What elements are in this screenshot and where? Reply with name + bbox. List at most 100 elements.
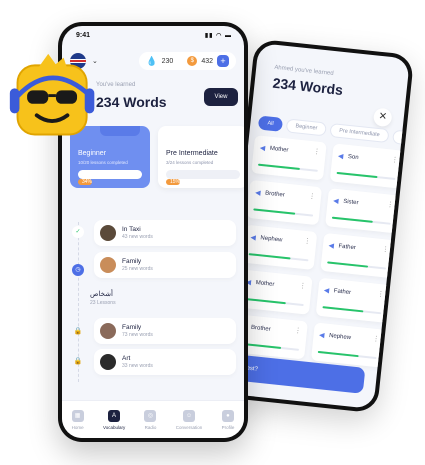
progress-bar [239,342,299,351]
lesson-item[interactable]: Family 25 new words [94,252,236,278]
word-label: Nephew [328,332,352,342]
word-card[interactable]: ◀ Father ⋮ [315,277,391,323]
lesson-item[interactable]: Art 33 new words [94,349,236,375]
conversation-icon: ☺ [183,409,196,422]
more-icon[interactable]: ⋮ [382,245,390,254]
nav-vocabulary[interactable]: A Vocabulary [103,409,125,430]
lesson-name: Art [122,355,131,362]
more-icon[interactable]: ⋮ [372,335,380,344]
close-icon[interactable]: ✕ [372,107,393,128]
word-card[interactable]: ◀Brother ⋮ [246,179,322,226]
tab-advanced[interactable]: Adv [391,129,410,147]
level-title: Pre Intermediate [166,150,218,157]
word-card[interactable]: ◀ Son ⋮ [329,143,405,189]
word-card[interactable]: ◀ Sister ⋮ [324,188,400,234]
word-label: Brother [264,190,286,199]
lock-icon: 🔒 [73,328,83,335]
avatar [100,257,116,273]
nav-conversation[interactable]: ☺ Conversation [176,409,202,430]
tab-beginner[interactable]: Beginner [285,118,328,137]
speaker-icon[interactable]: ◀ [259,144,265,153]
progress-bar [331,216,391,225]
profile-icon: ● [221,409,234,422]
speaker-icon[interactable]: ◀ [250,233,256,242]
clock-icon: ◷ [72,264,84,276]
status-time: 9:41 [76,32,91,39]
mascot-icon [9,53,95,136]
tab-all[interactable]: All [257,115,284,132]
status-icons: ▮▮ ◠ ▬ [204,33,232,39]
lesson-name: Family [122,258,142,265]
back-title: 234 Words [271,74,344,99]
speaker-icon[interactable]: ◀ [323,286,329,295]
lesson-count: 33 new words [122,363,153,369]
progress-bar [257,163,318,172]
level-subtitle: 10/20 lessons completed [78,160,128,165]
word-label: Sister [342,198,359,207]
avatar [100,225,116,241]
bottom-nav: ▦ Home A Vocabulary ◎ Radio ☺ Conversation ●… [62,400,244,438]
currency-pill[interactable]: 💧 230 $ 432 + [139,52,236,70]
level-progress: 34% [78,170,142,185]
speaker-icon[interactable]: ◀ [333,197,339,206]
progress-bar [321,306,382,315]
speaker-icon[interactable]: ◀ [338,152,344,161]
word-card[interactable]: ◀ Nephew ⋮ [241,224,317,270]
avatar [100,323,116,339]
nav-profile[interactable]: ● Profile [221,409,234,430]
word-label: Son [347,153,359,162]
lesson-name: In Taxi [122,226,141,233]
section-subtitle: 23 Lessons [90,300,116,306]
lesson-item[interactable]: Family 73 new words [94,318,236,344]
word-card[interactable]: ◀ Father ⋮ [319,232,395,279]
progress-bar [317,350,377,360]
drop-icon: 💧 [146,55,158,66]
word-label: Mother [255,280,275,288]
speaker-icon[interactable]: ◀ [319,331,325,340]
section-title: أشخاص [90,291,113,298]
word-grid: ◀ Mother ⋮ ◀ Son ⋮ ◀ Brother ⋮ ◀ Sister ⋮ ◀ Nephe… [232,135,405,368]
coins-count: 432 [201,57,213,65]
words-count: 234 Words [96,94,167,110]
drops-count: 230 [161,57,174,65]
level-subtitle: 3/24 lessons completed [166,160,214,165]
coin-icon: $ [187,56,198,66]
more-icon[interactable]: ⋮ [377,290,385,299]
progress-bar [326,261,387,270]
more-icon[interactable]: ⋮ [391,156,399,165]
more-icon[interactable]: ⋮ [313,147,321,156]
avatar [100,354,116,370]
back-phone-screen: Ahmed you've learned 234 Words ✕ All Beg… [222,43,410,409]
lesson-count: 43 new words [122,234,153,240]
progress-bar [248,253,308,262]
word-label: Father [338,243,357,252]
nav-radio[interactable]: ◎ Radio [144,409,157,430]
level-progress: 15% [166,170,240,185]
view-button[interactable]: View [204,88,238,106]
vocabulary-icon: A [108,409,121,422]
progress-bar [253,208,313,217]
more-icon[interactable]: ⋮ [308,192,316,201]
more-icon[interactable]: ⋮ [294,326,302,335]
word-card[interactable]: ◀ Nephew ⋮ [310,322,386,368]
radio-icon: ◎ [144,409,157,422]
more-icon[interactable]: ⋮ [299,282,307,291]
more-icon[interactable]: ⋮ [386,200,394,209]
plus-icon[interactable]: + [217,55,229,67]
word-card[interactable]: ◀ Mother ⋮ [237,269,313,315]
word-label: Mother [269,145,289,154]
level-card-pre-intermediate[interactable]: Pre Intermediate 3/24 lessons completed … [158,126,244,188]
check-icon: ✓ [72,226,84,238]
lesson-count: 73 new words [122,332,153,338]
progress-bar [243,297,304,307]
word-label: Brother [250,324,271,333]
speaker-icon[interactable]: ◀ [255,188,261,197]
more-icon[interactable]: ⋮ [303,237,311,246]
home-icon: ▦ [71,409,84,422]
speaker-icon[interactable]: ◀ [328,241,334,250]
lock-icon: 🔒 [73,358,83,365]
word-card[interactable]: ◀ Mother ⋮ [251,135,327,181]
lesson-item[interactable]: In Taxi 43 new words [94,220,236,246]
lesson-count: 25 new words [122,266,153,272]
nav-home[interactable]: ▦ Home [71,409,84,430]
